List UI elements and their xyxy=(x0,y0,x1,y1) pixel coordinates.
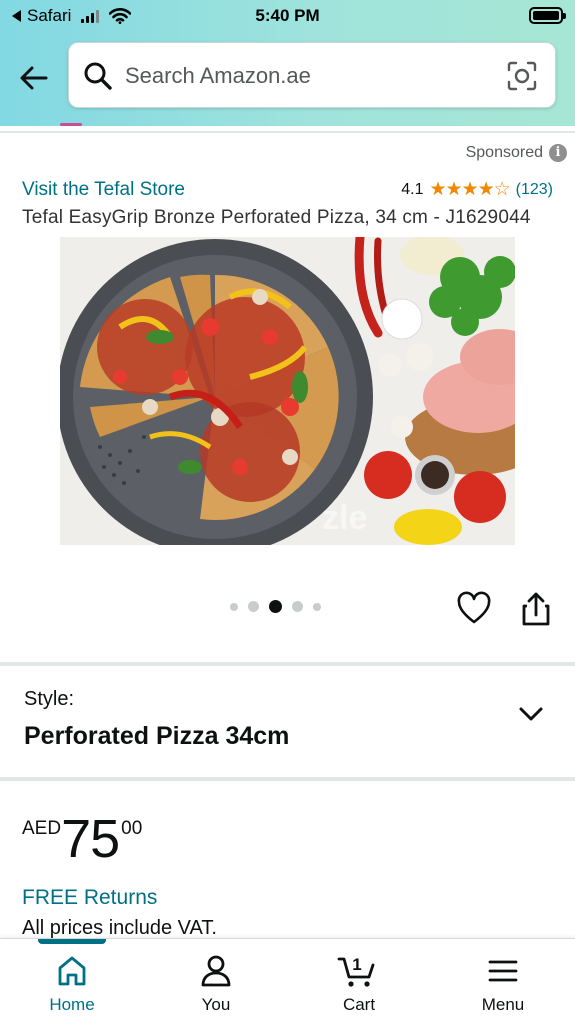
home-icon xyxy=(58,956,86,986)
carousel-dot[interactable] xyxy=(248,601,259,612)
nav-label-menu: Menu xyxy=(481,995,525,1014)
divider xyxy=(0,777,575,781)
carousel-dot[interactable] xyxy=(292,601,303,612)
sponsored-label[interactable]: Sponsored i xyxy=(466,144,567,162)
rating-value: 4.1 xyxy=(401,180,424,198)
rating-count[interactable]: (123) xyxy=(516,181,553,199)
nav-you[interactable]: You xyxy=(144,939,288,1024)
nav-cart[interactable]: 1 Cart xyxy=(287,939,431,1024)
hamburger-menu-icon xyxy=(488,960,518,982)
style-label: Style: xyxy=(24,688,75,710)
heart-icon[interactable] xyxy=(456,591,492,627)
vat-note: All prices include VAT. xyxy=(22,917,217,939)
price-whole: 75 xyxy=(61,809,120,869)
chevron-down-icon[interactable] xyxy=(516,702,546,726)
image-watermark: zle xyxy=(322,499,367,537)
carousel-indicator[interactable] xyxy=(230,600,321,613)
info-icon[interactable]: i xyxy=(549,144,567,162)
battery-icon xyxy=(529,7,566,24)
free-returns-link[interactable]: FREE Returns xyxy=(22,886,157,910)
price-currency: AED xyxy=(22,818,62,839)
nav-menu[interactable]: Menu xyxy=(431,939,575,1024)
previous-item-edge xyxy=(60,123,82,126)
back-arrow-icon[interactable] xyxy=(18,62,50,94)
carousel-dot[interactable] xyxy=(230,602,238,611)
bottom-navigation: Home You 1 Cart Menu xyxy=(0,938,575,1024)
share-icon[interactable] xyxy=(519,591,553,627)
pizza-photo: zle xyxy=(60,237,515,545)
status-time: 5:40 PM xyxy=(255,6,320,25)
app-header: Safari 5:40 PM xyxy=(0,0,575,126)
nav-home[interactable]: Home xyxy=(0,939,144,1024)
cart-count: 1 xyxy=(352,955,361,974)
nav-label-cart: Cart xyxy=(342,995,376,1014)
product-title: Tefal EasyGrip Bronze Perforated Pizza, … xyxy=(22,207,531,228)
carousel-dot-active[interactable] xyxy=(269,600,282,613)
search-icon[interactable] xyxy=(83,61,113,91)
search-bar[interactable] xyxy=(68,42,556,108)
status-bar: Safari 5:40 PM xyxy=(0,0,575,34)
style-value[interactable]: Perforated Pizza 34cm xyxy=(24,722,289,751)
rating-stars: ★★★★☆ xyxy=(429,179,510,200)
divider xyxy=(0,662,575,666)
search-input[interactable] xyxy=(125,57,495,95)
visit-store-link[interactable]: Visit the Tefal Store xyxy=(22,179,185,201)
product-rating[interactable]: 4.1 ★★★★☆ (123) xyxy=(401,178,553,201)
cart-icon: 1 xyxy=(337,955,375,987)
product-price: AED 75 00 xyxy=(22,810,142,868)
sponsored-text: Sponsored xyxy=(465,144,543,161)
nav-label-you: You xyxy=(201,995,231,1014)
divider xyxy=(0,131,575,133)
nav-label-home: Home xyxy=(49,995,95,1014)
carousel-dot[interactable] xyxy=(313,602,321,611)
person-icon xyxy=(201,955,231,987)
camera-icon[interactable] xyxy=(507,61,537,91)
product-image[interactable]: zle xyxy=(60,237,515,545)
price-fraction: 00 xyxy=(121,818,143,839)
